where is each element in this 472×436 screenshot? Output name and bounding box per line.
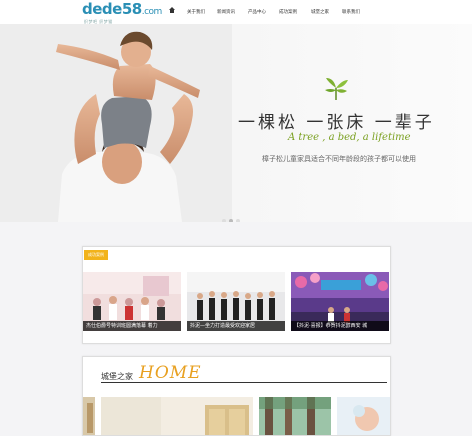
case-caption: 杰仕伯爵号特训班圆满落幕 着力 xyxy=(83,321,181,331)
gallery-photo[interactable] xyxy=(337,397,390,436)
case-card[interactable]: 抖泥—坐力打造最受欢迎家居 xyxy=(187,272,285,331)
home-icon xyxy=(169,7,175,13)
nav-contact[interactable]: 联系我们 xyxy=(342,9,360,15)
site-header: dede58.com 织梦吧 织梦猫 关于我们 新闻资讯 产品中心 成功案例 城… xyxy=(0,0,472,24)
case-card[interactable]: 杰仕伯爵号特训班圆满落幕 着力 xyxy=(83,272,181,331)
banner-slogan: 一棵松 一张床 一辈子 xyxy=(238,113,435,133)
nav-cases[interactable]: 成功案例 xyxy=(279,9,297,15)
gallery-photo[interactable] xyxy=(83,397,95,436)
case-caption: 【抖泥·喜报】恭贺抖泥醇西安 城 xyxy=(291,321,389,331)
slide-dot[interactable] xyxy=(236,219,240,222)
nav-about[interactable]: 关于我们 xyxy=(187,9,205,15)
leaf-icon xyxy=(325,78,348,100)
section-title-en: HOME xyxy=(139,363,202,383)
home-section: 城堡之家 HOME xyxy=(82,356,391,436)
hero-banner[interactable]: 一棵松 一张床 一辈子 A tree , a bed, a lifetime 樟… xyxy=(0,24,472,222)
logo-wordmark: dede58.com xyxy=(82,0,162,18)
section-divider xyxy=(101,382,387,383)
nav-castle-home[interactable]: 城堡之家 xyxy=(311,9,329,15)
gallery-photo[interactable] xyxy=(259,397,331,436)
nav-home[interactable] xyxy=(166,0,178,24)
banner-description: 樟子松儿童家具适合不同年龄段的孩子都可以使用 xyxy=(262,155,416,163)
slide-indicators xyxy=(222,208,243,222)
cases-tag[interactable]: 成功案例 xyxy=(84,250,108,260)
nav-products[interactable]: 产品中心 xyxy=(248,9,266,15)
section-title: 城堡之家 xyxy=(101,372,133,381)
gallery-photo[interactable] xyxy=(101,397,253,436)
cases-panel: 成功案例 杰仕伯爵号特训班圆满落幕 着力 抖泥—坐力打造最受欢迎家居 【抖泥·喜… xyxy=(82,246,391,344)
banner-slogan-en: A tree , a bed, a lifetime xyxy=(288,132,411,143)
hero-photo xyxy=(0,24,232,222)
case-caption: 抖泥—坐力打造最受欢迎家居 xyxy=(187,321,285,331)
slide-dot[interactable] xyxy=(222,219,226,222)
case-card[interactable]: 【抖泥·喜报】恭贺抖泥醇西安 城 xyxy=(291,272,389,331)
site-logo[interactable]: dede58.com 织梦吧 织梦猫 xyxy=(82,2,162,25)
slide-dot-active[interactable] xyxy=(229,219,233,222)
nav-news[interactable]: 新闻资讯 xyxy=(217,9,235,15)
